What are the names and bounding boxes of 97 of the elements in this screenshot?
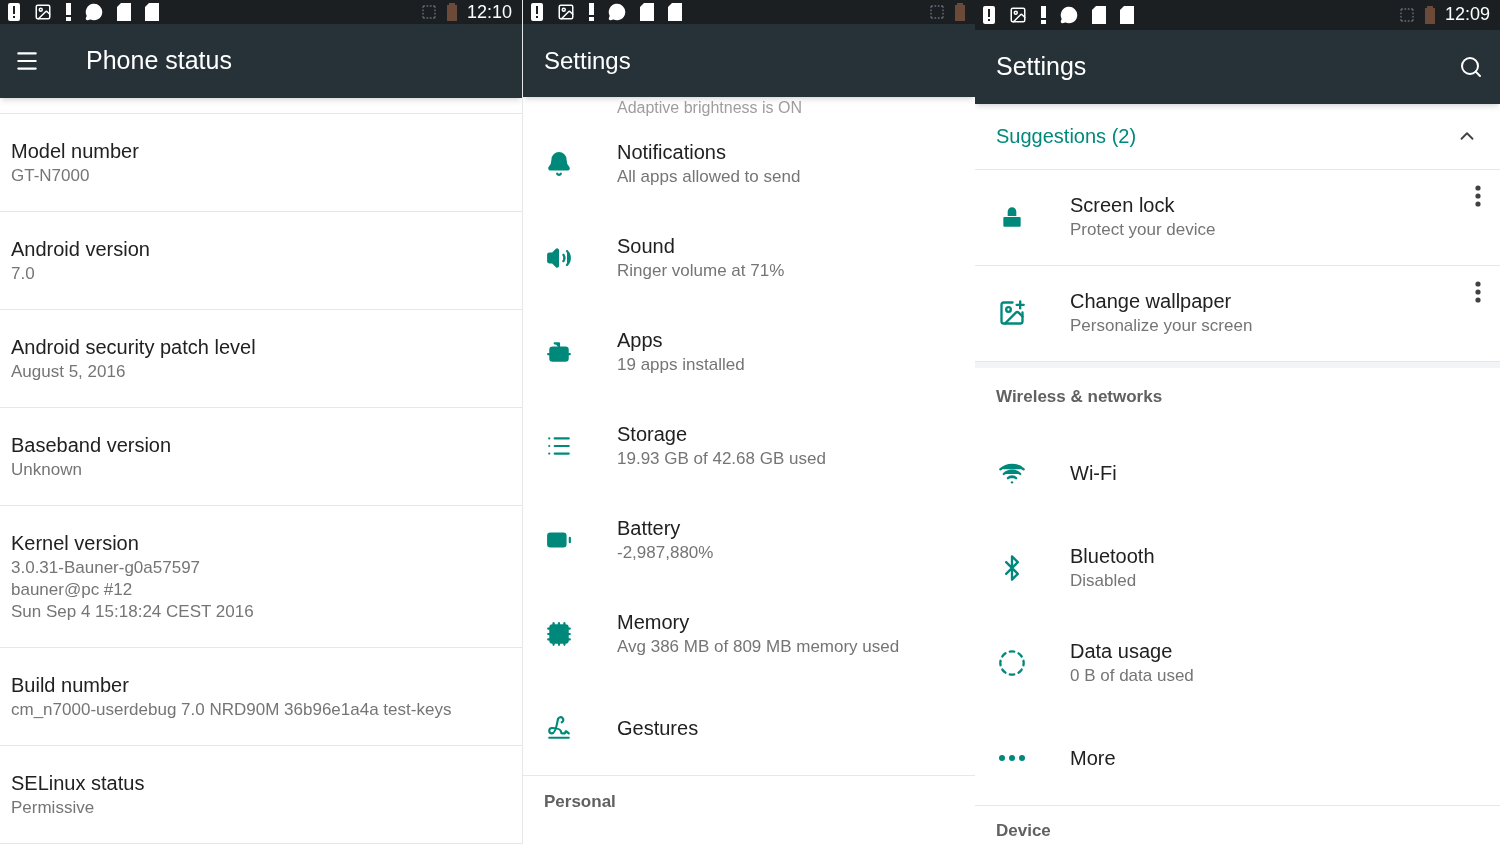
item-summary: Protect your device — [1070, 219, 1216, 242]
item-summary: 0 B of data used — [1070, 665, 1194, 688]
item-summary: 19.93 GB of 42.68 GB used — [617, 448, 826, 470]
image-icon — [1009, 6, 1027, 24]
settings-item[interactable]: Apps 19 apps installed — [523, 305, 975, 399]
row-title: SELinux status — [11, 771, 146, 796]
row-title: Android version — [11, 237, 151, 262]
suggestions-header[interactable]: Suggestions (2) — [975, 103, 1500, 170]
chat-icon — [608, 3, 626, 21]
settings-item[interactable]: Memory Avg 386 MB of 809 MB memory used — [523, 587, 975, 681]
item-title: Memory — [617, 610, 691, 635]
item-title: Notifications — [617, 140, 727, 165]
suggestion-item[interactable]: Change wallpaper Personalize your screen — [975, 265, 1500, 362]
wallpaper-icon — [997, 299, 1026, 328]
chat-icon — [1060, 6, 1078, 24]
item-title: Battery — [617, 516, 682, 541]
item-summary: Disabled — [1070, 570, 1138, 593]
no-sim-icon — [420, 4, 437, 20]
item-summary: Avg 386 MB of 809 MB memory used — [617, 636, 900, 658]
settings-item[interactable]: Gestures — [523, 681, 975, 775]
exclamation-icon — [589, 3, 594, 21]
item-title: Bluetooth — [1070, 544, 1155, 570]
item-summary: -2,987,880% — [617, 542, 714, 564]
item-title: Wi-Fi — [1070, 461, 1117, 487]
settings-item[interactable]: Bluetooth Disabled — [975, 520, 1500, 616]
chat-icon — [85, 3, 103, 21]
sd-card-icon — [1120, 6, 1134, 24]
item-title: Data usage — [1070, 639, 1174, 665]
toolbar-title: Phone status — [86, 45, 232, 77]
row-value: Permissive — [11, 797, 96, 819]
section-header: Device — [996, 821, 1051, 841]
battery-icon — [955, 3, 965, 21]
alert-icon — [8, 3, 20, 21]
row-value: Unknown — [11, 459, 83, 481]
item-title: Gestures — [617, 716, 699, 741]
sd-card-icon — [1092, 6, 1106, 24]
suggestion-item[interactable]: Screen lock Protect your device — [975, 169, 1500, 266]
battery-icon — [1424, 6, 1435, 24]
alert-icon — [531, 3, 543, 21]
no-sim-icon — [1398, 7, 1415, 23]
toolbar-title: Settings — [544, 45, 631, 76]
sd-card-icon — [117, 3, 131, 21]
battery-icon — [446, 3, 457, 21]
no-sim-icon — [929, 4, 945, 20]
row-value: bauner@pc #12 — [11, 579, 134, 601]
item-title: Screen lock — [1070, 193, 1176, 219]
settings-item[interactable]: Sound Ringer volume at 71% — [523, 211, 975, 305]
section-header: Personal — [544, 790, 616, 813]
item-title: Sound — [617, 234, 676, 259]
image-icon — [557, 3, 575, 21]
settings-item[interactable]: Wi-Fi — [975, 425, 1500, 521]
data-usage-icon — [997, 649, 1026, 678]
settings-item[interactable]: Notifications All apps allowed to send — [523, 117, 975, 211]
suggestions-title: Suggestions (2) — [996, 124, 1137, 150]
row-title: Model number — [11, 139, 140, 164]
row-value: August 5, 2016 — [11, 361, 127, 383]
row-title: Kernel version — [11, 531, 140, 556]
exclamation-icon — [1041, 6, 1046, 24]
item-summary: Adaptive brightness is ON — [617, 99, 802, 117]
section-header: Wireless & networks — [996, 386, 1163, 408]
clock-time: 12:09 — [1444, 3, 1490, 27]
item-summary: Ringer volume at 71% — [617, 260, 785, 282]
chip-icon — [546, 621, 572, 647]
item-title: Storage — [617, 422, 689, 447]
settings-item[interactable]: Storage 19.93 GB of 42.68 GB used — [523, 399, 975, 493]
sd-card-icon — [668, 3, 682, 21]
toolbar-title: Settings — [996, 51, 1087, 83]
speaker-icon — [546, 245, 572, 271]
clock-time: 12:10 — [466, 0, 512, 24]
row-title: Baseband version — [11, 433, 173, 458]
exclamation-icon — [66, 3, 71, 21]
settings-item[interactable]: Data usage 0 B of data used — [975, 615, 1500, 711]
row-title: Android security patch level — [11, 335, 257, 360]
more-vertical-icon — [1475, 280, 1481, 303]
android-icon — [546, 339, 572, 365]
row-value: 3.0.31-Bauner-g0a57597 — [11, 557, 202, 579]
row-value: Sun Sep 4 15:18:24 CEST 2016 — [11, 601, 255, 623]
row-value: GT-N7000 — [11, 165, 91, 187]
image-icon — [34, 3, 52, 21]
settings-item[interactable]: More — [975, 710, 1500, 806]
row-value: 7.0 — [11, 263, 36, 285]
bell-icon — [546, 151, 572, 177]
more-vertical-icon — [1475, 184, 1481, 207]
alert-icon — [983, 6, 995, 24]
item-summary: Personalize your screen — [1070, 315, 1253, 338]
row-value: cm_n7000-userdebug 7.0 NRD90M 36b96e1a4a test-keys — [11, 699, 453, 721]
item-title: Change wallpaper — [1070, 289, 1233, 315]
sd-card-icon — [145, 3, 159, 21]
item-summary: All apps allowed to send — [617, 166, 801, 188]
settings-item[interactable]: Battery -2,987,880% — [523, 493, 975, 587]
item-title: More — [1070, 746, 1116, 771]
sd-card-icon — [640, 3, 654, 21]
more-icon — [998, 755, 1025, 761]
item-summary: 19 apps installed — [617, 354, 745, 376]
item-title: Apps — [617, 328, 664, 353]
gesture-icon — [546, 715, 572, 741]
row-title: Build number — [11, 673, 130, 698]
